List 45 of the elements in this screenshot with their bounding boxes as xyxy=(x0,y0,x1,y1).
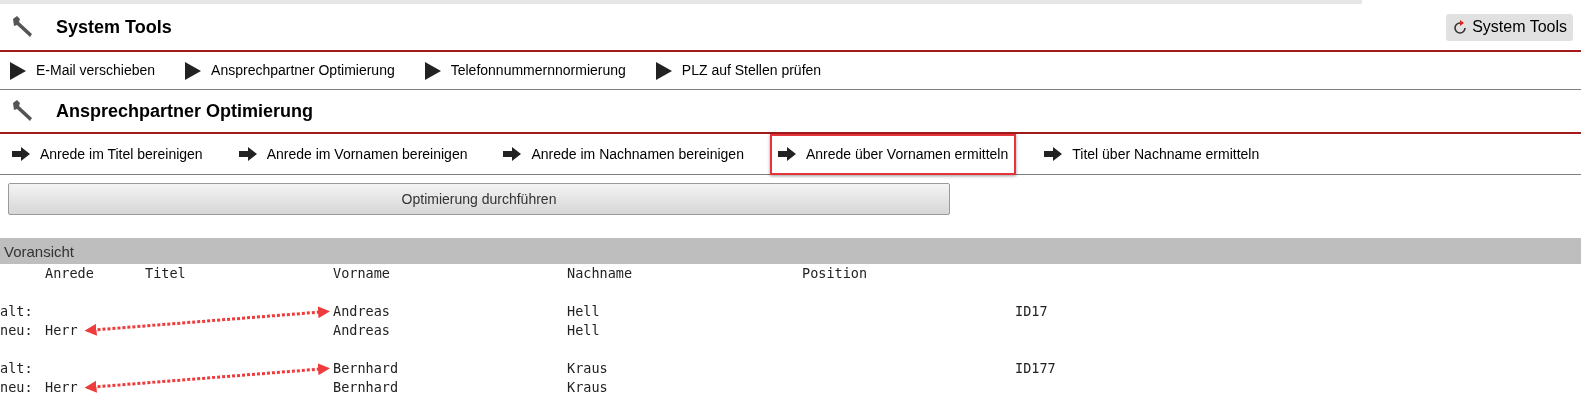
system-tools-button[interactable]: System Tools xyxy=(1446,13,1573,41)
table-cell-text: ID17 xyxy=(1015,302,1049,321)
subnav-link[interactable]: Anrede im Nachnamen bereinigen xyxy=(501,133,752,175)
column-header: Vorname xyxy=(333,264,391,283)
nav-link-item[interactable]: Telefonnummernnormierung xyxy=(424,52,626,89)
table-cell: Bernhard xyxy=(333,359,399,378)
triangle-icon xyxy=(10,61,26,80)
run-optimization-button[interactable]: Optimierung durchführen xyxy=(8,183,950,215)
table-cell: Herr xyxy=(45,321,78,340)
nav-link-item[interactable]: E-Mail verschieben xyxy=(10,52,156,89)
arrow-icon xyxy=(1044,147,1063,161)
preview-header: Voransicht xyxy=(0,238,1581,264)
arrow-icon xyxy=(12,147,30,161)
table-cell: Herr xyxy=(45,378,78,397)
triangle-icon xyxy=(424,61,441,80)
table-cell-text: Bernhard xyxy=(333,378,400,397)
subnav-link[interactable]: Anrede im Vornamen bereinigen xyxy=(236,133,476,175)
row-label: alt: xyxy=(0,302,34,321)
table-cell-text: Kraus xyxy=(567,378,609,397)
triangle-icon xyxy=(185,61,202,80)
column-header: Position xyxy=(802,264,869,283)
refresh-icon xyxy=(1454,19,1467,34)
table-cell-text: Andreas xyxy=(333,321,391,340)
triangle-icon xyxy=(655,61,672,80)
nav-link-item[interactable]: PLZ auf Stellen prüfen xyxy=(655,52,822,89)
section-title: Ansprechpartner Optimierung xyxy=(56,99,314,123)
subnav-link[interactable]: Anrede im Titel bereinigen xyxy=(10,133,211,175)
row-label: neu: xyxy=(0,321,34,340)
subnav-link[interactable]: Titel über Nachname ermitteln xyxy=(1042,133,1268,175)
column-header: Titel xyxy=(145,264,187,283)
table-cell-text: Hell xyxy=(567,302,601,321)
arrow-icon xyxy=(503,147,522,161)
nav-link-item[interactable]: Ansprechpartner Optimierung xyxy=(185,52,395,89)
table-cell-text: Hell xyxy=(567,321,601,340)
table-cell-text: Kraus xyxy=(567,359,609,378)
row-label: neu: xyxy=(0,378,34,397)
column-header: Anrede xyxy=(45,264,95,283)
row-label: alt: xyxy=(0,359,34,378)
table-cell-text: ID177 xyxy=(1015,359,1057,378)
column-header: Nachname xyxy=(567,264,634,283)
table-cell: Andreas xyxy=(333,302,390,321)
page-title: System Tools xyxy=(56,15,172,39)
arrow-icon xyxy=(777,147,796,161)
subnav-link[interactable]: Anrede über Vornamen ermitteln xyxy=(769,133,1017,175)
arrow-icon xyxy=(238,147,257,161)
